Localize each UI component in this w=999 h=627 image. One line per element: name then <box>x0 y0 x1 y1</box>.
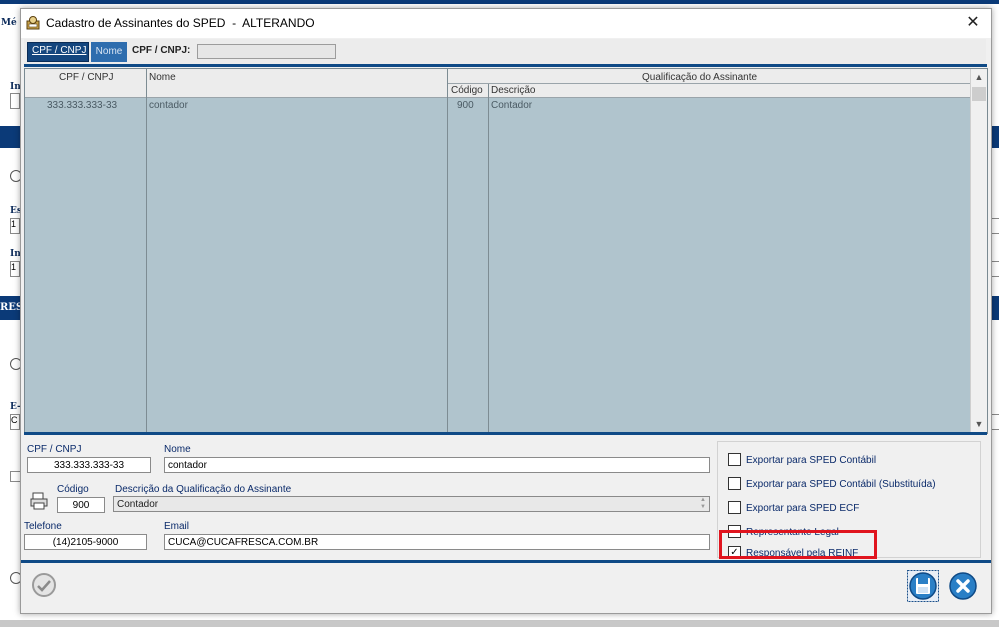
highlight-box <box>719 530 877 559</box>
column-divider <box>488 84 489 433</box>
search-bar: CPF / CNPJ Nome CPF / CNPJ: <box>24 39 986 64</box>
email-field[interactable]: CUCA@CUCAFRESCA.COM.BR <box>164 534 710 550</box>
checkbox-box[interactable] <box>728 453 741 466</box>
dialog-title: Cadastro de Assinantes do SPED - ALTERAN… <box>46 16 315 30</box>
descricao-label: Descrição da Qualificação do Assinante <box>115 484 292 495</box>
title-bar: Cadastro de Assinantes do SPED - ALTERAN… <box>21 9 991 38</box>
save-icon[interactable] <box>907 570 939 602</box>
divider <box>24 432 987 435</box>
column-header-cpf[interactable]: CPF / CNPJ <box>59 72 113 83</box>
tab-cpf-cnpj[interactable]: CPF / CNPJ <box>27 42 89 62</box>
scroll-up-icon[interactable]: ▲ <box>971 70 987 84</box>
divider <box>24 64 987 67</box>
column-header-nome[interactable]: Nome <box>149 72 176 83</box>
close-icon[interactable]: ✕ <box>963 13 983 33</box>
nome-field[interactable]: contador <box>164 457 710 473</box>
telefone-field[interactable]: (14)2105-9000 <box>24 534 147 550</box>
search-label: CPF / CNPJ: <box>132 45 191 56</box>
checkbox-box[interactable] <box>728 501 741 514</box>
background-label: Mé <box>1 18 17 28</box>
grid-header: CPF / CNPJ Nome Qualificação do Assinant… <box>25 69 970 98</box>
cpf-label: CPF / CNPJ <box>27 444 82 455</box>
column-divider <box>146 69 147 433</box>
background-bottom-strip <box>0 620 999 627</box>
assinantes-grid[interactable]: CPF / CNPJ Nome Qualificação do Assinant… <box>24 68 988 434</box>
cell-cpf: 333.333.333-33 <box>47 100 118 111</box>
header-divider <box>447 83 970 84</box>
cell-codigo: 900 <box>457 100 474 111</box>
checkbox-label: Exportar para SPED Contábil <box>746 455 877 467</box>
background-input: 1 <box>10 218 20 234</box>
help-icon[interactable] <box>31 572 57 598</box>
cell-nome: contador <box>149 100 188 111</box>
nome-label: Nome <box>164 444 191 455</box>
descricao-value: Contador <box>117 499 159 510</box>
scroll-thumb[interactable] <box>972 87 986 101</box>
codigo-label: Código <box>57 484 89 495</box>
cell-descricao: Contador <box>491 100 533 111</box>
descricao-select[interactable]: Contador ▲ ▼ <box>113 496 710 512</box>
background-top-strip <box>0 0 999 4</box>
grid-scrollbar[interactable]: ▲ ▼ <box>970 69 987 433</box>
scroll-down-icon[interactable]: ▼ <box>971 417 987 431</box>
background-input <box>10 93 20 109</box>
cancel-icon[interactable] <box>947 570 979 602</box>
tab-nome[interactable]: Nome <box>91 42 127 62</box>
column-group-qualificacao: Qualificação do Assinante <box>642 72 758 83</box>
assinantes-dialog: Cadastro de Assinantes do SPED - ALTERAN… <box>20 8 992 614</box>
email-label: Email <box>164 521 190 532</box>
checkbox-label: Exportar para SPED Contábil (Substituída… <box>746 479 936 491</box>
column-header-descricao[interactable]: Descrição <box>491 85 535 96</box>
checkbox-sped-contabil-substituida[interactable]: Exportar para SPED Contábil (Substituída… <box>728 477 936 491</box>
app-icon <box>26 16 40 30</box>
cpf-field[interactable]: 333.333.333-33 <box>27 457 151 473</box>
divider <box>21 560 991 563</box>
checkbox-sped-contabil[interactable]: Exportar para SPED Contábil <box>728 453 877 467</box>
background-input: C <box>10 414 20 430</box>
spin-icon[interactable]: ▲ ▼ <box>698 497 708 511</box>
checkbox-sped-ecf[interactable]: Exportar para SPED ECF <box>728 501 860 515</box>
background-input: 1 <box>10 261 20 277</box>
checkbox-label: Exportar para SPED ECF <box>746 503 860 515</box>
codigo-field[interactable]: 900 <box>57 497 105 513</box>
search-input[interactable] <box>197 44 336 59</box>
printer-icon[interactable] <box>29 492 49 510</box>
checkbox-box[interactable] <box>728 477 741 490</box>
column-divider <box>447 69 448 433</box>
telefone-label: Telefone <box>24 521 62 532</box>
column-header-codigo[interactable]: Código <box>451 85 483 96</box>
